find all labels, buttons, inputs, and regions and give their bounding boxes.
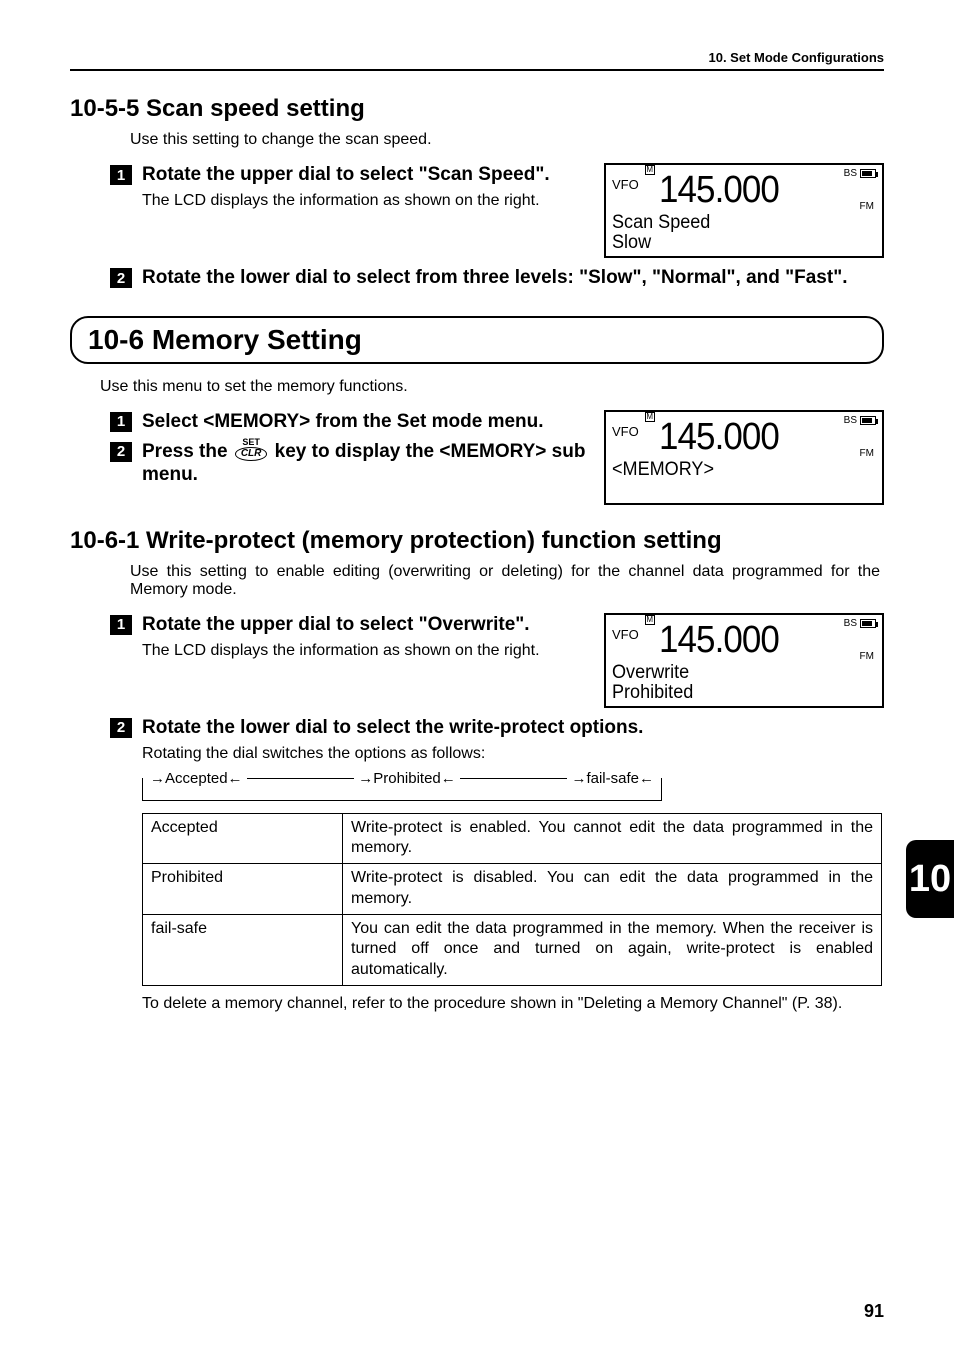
step-badge: 1	[110, 165, 132, 185]
section-10-5-5-title: 10-5-5 Scan speed setting	[70, 95, 884, 123]
flow-a: Accepted	[165, 770, 228, 787]
step-sub: The LCD displays the information as show…	[142, 641, 586, 661]
flow-diagram: → Accepted ←→ Prohibited ←→ fail-safe ←	[142, 770, 662, 801]
opt-val: You can edit the data programmed in the …	[343, 914, 882, 985]
flow-c: fail-safe	[586, 770, 639, 787]
section-10-6-intro: Use this menu to set the memory function…	[100, 378, 884, 396]
lcd-vfo-label: VFO	[612, 424, 639, 439]
flow-b: Prohibited	[373, 770, 441, 787]
battery-icon	[860, 169, 876, 178]
step-text: Select <MEMORY> from the Set mode menu.	[142, 410, 586, 434]
opt-key: Accepted	[143, 813, 343, 864]
lcd-fm-indicator: FM	[860, 448, 874, 459]
page-number: 91	[864, 1301, 884, 1322]
opt-key: fail-safe	[143, 914, 343, 985]
table-row: Prohibited Write-protect is disabled. Yo…	[143, 864, 882, 915]
lcd-vfo-label: VFO	[612, 177, 639, 192]
lcd-scan-speed: BS FM VFO M 145.000 Scan Speed Slow	[604, 163, 884, 258]
lcd-m-icon: M	[645, 412, 655, 422]
lcd-frequency: 145.000	[659, 169, 779, 212]
step-badge: 2	[110, 268, 132, 288]
step-badge: 2	[110, 442, 132, 462]
section-10-6-title: 10-6 Memory Setting	[70, 316, 884, 364]
lcd-line1: Overwrite	[612, 663, 863, 683]
step-text: Rotate the upper dial to select "Scan Sp…	[142, 163, 586, 211]
battery-icon	[860, 416, 876, 425]
battery-icon	[860, 619, 876, 628]
step-bold: Rotate the upper dial to select "Overwri…	[142, 614, 530, 635]
lcd-bs-indicator: BS	[844, 618, 876, 629]
step-bold: Rotate the lower dial to select the writ…	[142, 717, 643, 738]
lcd-vfo-label: VFO	[612, 627, 639, 642]
lcd-line1: Scan Speed	[612, 213, 863, 233]
step-bold: Rotate the upper dial to select "Scan Sp…	[142, 164, 550, 185]
side-tab: 10	[906, 840, 954, 918]
lcd-memory: BS FM VFO M 145.000 <MEMORY>	[604, 410, 884, 505]
step-text-a: Press the	[142, 441, 233, 462]
lcd-line1: <MEMORY>	[612, 460, 863, 480]
clr-key-icon: SET CLR	[235, 438, 268, 461]
lcd-bs-indicator: BS	[844, 168, 876, 179]
options-table: Accepted Write-protect is enabled. You c…	[142, 813, 882, 987]
opt-val: Write-protect is enabled. You cannot edi…	[343, 813, 882, 864]
lcd-overwrite: BS FM VFO M 145.000 Overwrite Prohibited	[604, 613, 884, 708]
lcd-m-icon: M	[645, 615, 655, 625]
lcd-fm-indicator: FM	[860, 201, 874, 212]
step-text: Rotate the lower dial to select the writ…	[142, 716, 884, 764]
opt-val: Write-protect is disabled. You can edit …	[343, 864, 882, 915]
table-row: Accepted Write-protect is enabled. You c…	[143, 813, 882, 864]
step-sub: The LCD displays the information as show…	[142, 191, 586, 211]
step-badge: 1	[110, 615, 132, 635]
step-sub: Rotating the dial switches the options a…	[142, 744, 884, 764]
header-chapter: 10. Set Mode Configurations	[70, 50, 884, 71]
section-10-5-5-intro: Use this setting to change the scan spee…	[130, 131, 884, 149]
section-10-6-1-intro: Use this setting to enable editing (over…	[130, 563, 880, 599]
after-table-note: To delete a memory channel, refer to the…	[142, 994, 882, 1015]
step-text: Press the SET CLR key to display the <ME…	[142, 440, 586, 488]
lcd-bs-indicator: BS	[844, 415, 876, 426]
opt-key: Prohibited	[143, 864, 343, 915]
step-text: Rotate the upper dial to select "Overwri…	[142, 613, 586, 661]
lcd-frequency: 145.000	[659, 416, 779, 459]
lcd-m-icon: M	[645, 165, 655, 175]
section-10-6-1-title: 10-6-1 Write-protect (memory protection)…	[70, 527, 884, 555]
lcd-fm-indicator: FM	[860, 651, 874, 662]
lcd-line2: Prohibited	[612, 683, 863, 703]
step-badge: 1	[110, 412, 132, 432]
step-text: Rotate the lower dial to select from thr…	[142, 266, 884, 290]
lcd-line2: Slow	[612, 233, 863, 253]
table-row: fail-safe You can edit the data programm…	[143, 914, 882, 985]
lcd-frequency: 145.000	[659, 619, 779, 662]
step-badge: 2	[110, 718, 132, 738]
